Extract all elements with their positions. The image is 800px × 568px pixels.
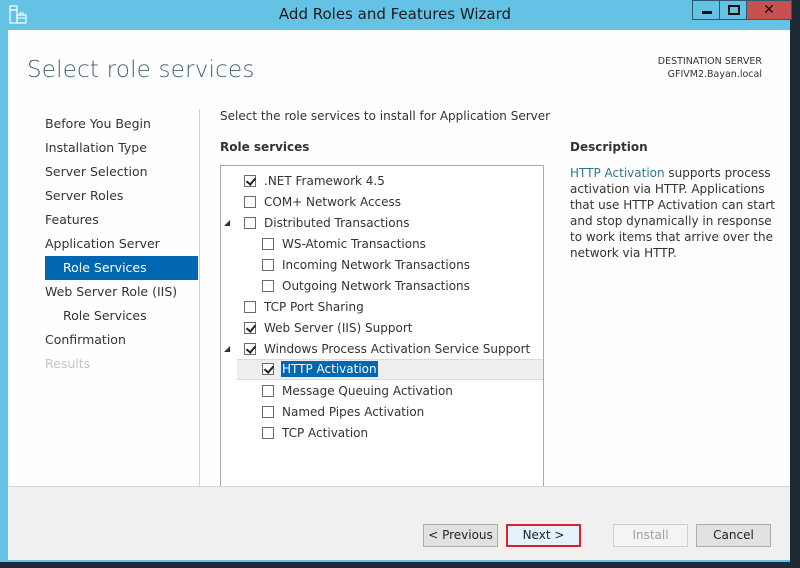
wizard-footer: < Previous Next > Install Cancel	[8, 486, 790, 560]
tree-row-selected[interactable]: HTTP Activation	[237, 359, 543, 380]
tree-label: HTTP Activation	[281, 361, 378, 377]
tree-label: Incoming Network Transactions	[282, 258, 470, 272]
wizard-content: Select role services DESTINATION SERVER …	[8, 30, 790, 560]
checkbox-was-support[interactable]	[244, 343, 256, 355]
description-link[interactable]: HTTP Activation	[570, 166, 665, 180]
tree-row[interactable]: COM+ Network Access	[221, 192, 543, 213]
page-title: Select role services	[27, 57, 255, 83]
tree-row[interactable]: ◢ Windows Process Activation Service Sup…	[221, 339, 543, 360]
window-title: Add Roles and Features Wizard	[278, 5, 512, 23]
nav-divider	[199, 109, 200, 495]
tree-row[interactable]: WS-Atomic Transactions	[221, 234, 543, 255]
checkbox-message-queuing-activation[interactable]	[262, 385, 274, 397]
checkbox-outgoing-network-transactions[interactable]	[262, 280, 274, 292]
destination-label: DESTINATION SERVER	[657, 56, 762, 67]
nav-item-web-role-services[interactable]: Role Services	[45, 304, 198, 328]
role-services-header: Role services	[220, 140, 310, 154]
nav-item-web-server-role[interactable]: Web Server Role (IIS)	[45, 280, 198, 304]
tree-row[interactable]: Incoming Network Transactions	[221, 255, 543, 276]
checkbox-incoming-network-transactions[interactable]	[262, 259, 274, 271]
role-services-tree[interactable]: .NET Framework 4.5 COM+ Network Access ◢…	[220, 165, 544, 493]
checkbox-com-network-access[interactable]	[244, 196, 256, 208]
minimize-button[interactable]	[692, 0, 720, 20]
tree-label: .NET Framework 4.5	[264, 174, 385, 188]
nav-item-before-you-begin[interactable]: Before You Begin	[45, 112, 198, 136]
tree-row[interactable]: Web Server (IIS) Support	[221, 318, 543, 339]
title-bar[interactable]: Add Roles and Features Wizard ✕	[0, 0, 792, 30]
tree-label: Distributed Transactions	[264, 216, 410, 230]
next-button[interactable]: Next >	[506, 524, 581, 547]
nav-item-app-role-services[interactable]: Role Services	[45, 256, 198, 280]
checkbox-web-server-iis-support[interactable]	[244, 322, 256, 334]
checkbox-http-activation[interactable]	[262, 363, 274, 375]
tree-row[interactable]: .NET Framework 4.5	[221, 171, 543, 192]
tree-label: Message Queuing Activation	[282, 384, 453, 398]
tree-row[interactable]: Message Queuing Activation	[221, 381, 543, 402]
checkbox-tcp-activation[interactable]	[262, 427, 274, 439]
destination-server-name: GFIVM2.Bayan.local	[667, 69, 762, 80]
tree-row[interactable]: TCP Port Sharing	[221, 297, 543, 318]
previous-button[interactable]: < Previous	[423, 524, 498, 547]
tree-label: Windows Process Activation Service Suppo…	[264, 342, 531, 356]
cancel-button[interactable]: Cancel	[696, 524, 771, 547]
expand-collapse-icon[interactable]: ◢	[224, 345, 232, 353]
wizard-window: Add Roles and Features Wizard ✕ Select r…	[0, 0, 792, 562]
description-text: HTTP Activation supports process activat…	[570, 165, 775, 261]
tree-label: TCP Activation	[282, 426, 369, 440]
nav-item-application-server[interactable]: Application Server	[45, 232, 198, 256]
tree-row[interactable]: Named Pipes Activation	[221, 402, 543, 423]
instruction-text: Select the role services to install for …	[220, 109, 551, 123]
tree-label: Outgoing Network Transactions	[282, 279, 470, 293]
taskbar-edge	[0, 562, 800, 568]
expand-collapse-icon[interactable]: ◢	[224, 219, 232, 227]
tree-label: Web Server (IIS) Support	[264, 321, 413, 335]
tree-label: Named Pipes Activation	[282, 405, 425, 419]
install-button: Install	[613, 524, 688, 547]
description-body: supports process activation via HTTP. Ap…	[570, 166, 775, 260]
description-header: Description	[570, 140, 648, 154]
nav-item-installation-type[interactable]: Installation Type	[45, 136, 198, 160]
maximize-button[interactable]	[719, 0, 747, 20]
tree-label: COM+ Network Access	[264, 195, 402, 209]
close-button[interactable]: ✕	[746, 0, 792, 20]
tree-row[interactable]: ◢ Distributed Transactions	[221, 213, 543, 234]
checkbox-tcp-port-sharing[interactable]	[244, 301, 256, 313]
close-icon: ✕	[763, 2, 775, 18]
tree-row[interactable]: Outgoing Network Transactions	[221, 276, 543, 297]
nav-item-features[interactable]: Features	[45, 208, 198, 232]
nav-item-server-selection[interactable]: Server Selection	[45, 160, 198, 184]
tree-label: WS-Atomic Transactions	[282, 237, 426, 251]
tree-label: TCP Port Sharing	[264, 300, 364, 314]
checkbox-named-pipes-activation[interactable]	[262, 406, 274, 418]
nav-item-server-roles[interactable]: Server Roles	[45, 184, 198, 208]
destination-server: DESTINATION SERVER GFIVM2.Bayan.local	[658, 55, 762, 81]
checkbox-net-framework[interactable]	[244, 175, 256, 187]
checkbox-ws-atomic-transactions[interactable]	[262, 238, 274, 250]
checkbox-distributed-transactions[interactable]	[244, 217, 256, 229]
tree-row[interactable]: TCP Activation	[221, 423, 543, 444]
nav-item-results: Results	[45, 356, 91, 371]
nav-item-confirmation[interactable]: Confirmation	[45, 328, 198, 352]
